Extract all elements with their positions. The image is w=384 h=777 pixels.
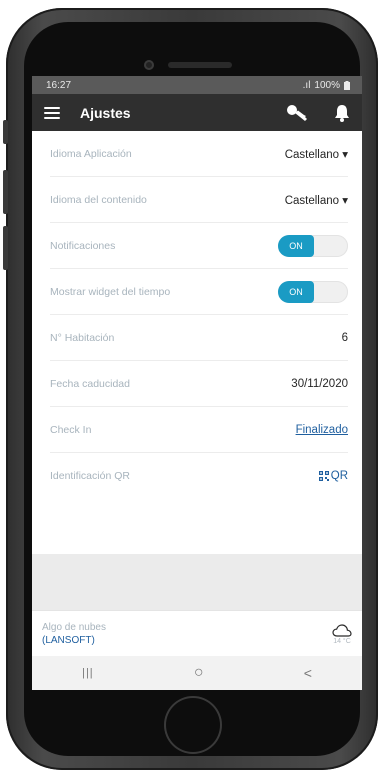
toggle-on-label: ON	[278, 280, 314, 303]
expiry-date-value: 30/11/2020	[291, 377, 348, 390]
qr-icon	[318, 470, 329, 481]
content-language-select[interactable]: Castellano ▾	[285, 193, 348, 207]
volume-up-button	[3, 170, 8, 214]
empty-area	[32, 554, 362, 610]
setting-check-in: Check In Finalizado	[50, 407, 348, 453]
cloud-icon	[332, 623, 352, 637]
weather-temperature: 14 °C	[333, 637, 351, 645]
menu-icon[interactable]	[44, 106, 60, 119]
qr-label: QR	[330, 469, 348, 482]
status-time: 16:27	[46, 79, 72, 91]
toggle-on-label: ON	[278, 234, 314, 257]
setting-room-number: N° Habitación 6	[50, 315, 348, 361]
setting-label: Identificación QR	[50, 469, 130, 482]
weather-info: 14 °C	[332, 623, 352, 645]
setting-expiry-date: Fecha caducidad 30/11/2020	[50, 361, 348, 407]
setting-label: Mostrar widget del tiempo	[50, 285, 171, 298]
qr-button[interactable]: QR	[318, 469, 348, 482]
setting-content-language: Idioma del contenido Castellano ▾	[50, 177, 348, 223]
volume-down-button	[3, 226, 8, 270]
app-bar: Ajustes	[32, 94, 362, 131]
system-nav-bar: ||| ○ <	[32, 656, 362, 690]
status-signal: .ıl	[295, 79, 311, 91]
setting-weather-widget: Mostrar widget del tiempo ON	[50, 269, 348, 315]
weather-text: Algo de nubes (LANSOFT)	[42, 622, 106, 646]
front-camera	[144, 60, 154, 70]
home-button[interactable]	[164, 696, 222, 754]
settings-list: Idioma Aplicación Castellano ▾ Idioma de…	[32, 131, 362, 498]
notifications-toggle[interactable]: ON	[278, 234, 348, 257]
battery-icon	[344, 80, 350, 90]
setting-qr-identification: Identificación QR QR	[50, 453, 348, 498]
weather-widget[interactable]: Algo de nubes (LANSOFT) 14 °C	[32, 610, 362, 657]
status-bar: 16:27 .ıl 100%	[32, 76, 362, 94]
home-nav-button[interactable]: ○	[194, 664, 204, 682]
page-title: Ajustes	[80, 104, 131, 121]
setting-label: Idioma Aplicación	[50, 147, 132, 160]
setting-app-language: Idioma Aplicación Castellano ▾	[50, 131, 348, 177]
recent-apps-button[interactable]: |||	[82, 667, 94, 679]
key-icon[interactable]	[286, 104, 308, 122]
app-language-select[interactable]: Castellano ▾	[285, 147, 348, 161]
status-battery-level: 100%	[314, 79, 340, 91]
weather-widget-toggle[interactable]: ON	[278, 280, 348, 303]
status-right: .ıl 100%	[295, 80, 350, 91]
setting-label: Fecha caducidad	[50, 377, 130, 390]
bell-icon[interactable]	[334, 104, 350, 122]
weather-source: (LANSOFT)	[42, 635, 95, 646]
back-nav-button[interactable]: <	[304, 665, 312, 681]
app-bar-actions	[286, 104, 350, 122]
setting-label: Check In	[50, 423, 92, 436]
setting-label: Idioma del contenido	[50, 193, 147, 206]
check-in-link[interactable]: Finalizado	[296, 424, 348, 436]
setting-notifications: Notificaciones ON	[50, 223, 348, 269]
room-number-value: 6	[341, 331, 348, 344]
app-screen: 16:27 .ıl 100% Ajustes Idioma Aplicación	[32, 76, 362, 690]
setting-label: N° Habitación	[50, 331, 115, 344]
setting-label: Notificaciones	[50, 239, 116, 252]
mute-switch	[3, 120, 8, 144]
earpiece-speaker	[168, 62, 232, 68]
weather-description: Algo de nubes	[42, 622, 106, 633]
